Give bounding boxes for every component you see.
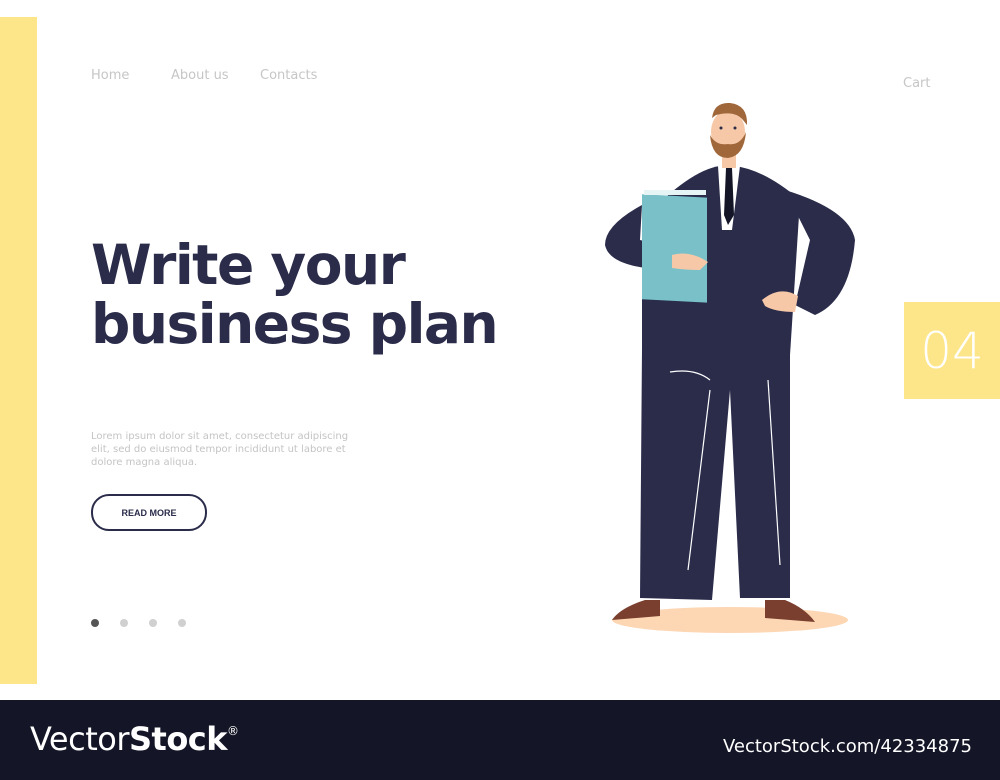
accent-side-bar bbox=[0, 17, 37, 684]
vectorstock-logo: VectorStock® bbox=[30, 720, 239, 758]
slide-dot-1[interactable] bbox=[91, 619, 99, 627]
registered-mark: ® bbox=[227, 724, 239, 738]
cart-link[interactable]: Cart bbox=[903, 76, 931, 91]
nav-item-about[interactable]: About us bbox=[171, 68, 260, 83]
page-number-badge: 04 bbox=[904, 302, 1000, 399]
logo-bold-text: Stock bbox=[128, 720, 228, 758]
slide-dot-2[interactable] bbox=[120, 619, 128, 627]
image-reference: VectorStock.com/42334875 bbox=[722, 736, 972, 757]
slide-indicator bbox=[91, 619, 207, 627]
watermark-footer: VectorStock® VectorStock.com/42334875 bbox=[0, 700, 1000, 780]
folder bbox=[642, 194, 707, 303]
hero-title-line1: Write your bbox=[91, 233, 406, 297]
hero-title: Write your business plan bbox=[91, 233, 499, 356]
nav-item-contacts[interactable]: Contacts bbox=[260, 68, 317, 83]
top-nav: Home About us Contacts bbox=[91, 68, 317, 83]
hero-description: Lorem ipsum dolor sit amet, consectetur … bbox=[91, 431, 349, 468]
nav-item-home[interactable]: Home bbox=[91, 68, 171, 83]
slide-dot-3[interactable] bbox=[149, 619, 157, 627]
read-more-button[interactable]: READ MORE bbox=[91, 494, 207, 531]
trousers bbox=[640, 348, 790, 600]
logo-light-text: Vector bbox=[30, 720, 129, 758]
businessman-illustration bbox=[605, 102, 855, 633]
hero-title-line2: business plan bbox=[91, 292, 499, 356]
slide-dot-4[interactable] bbox=[178, 619, 186, 627]
